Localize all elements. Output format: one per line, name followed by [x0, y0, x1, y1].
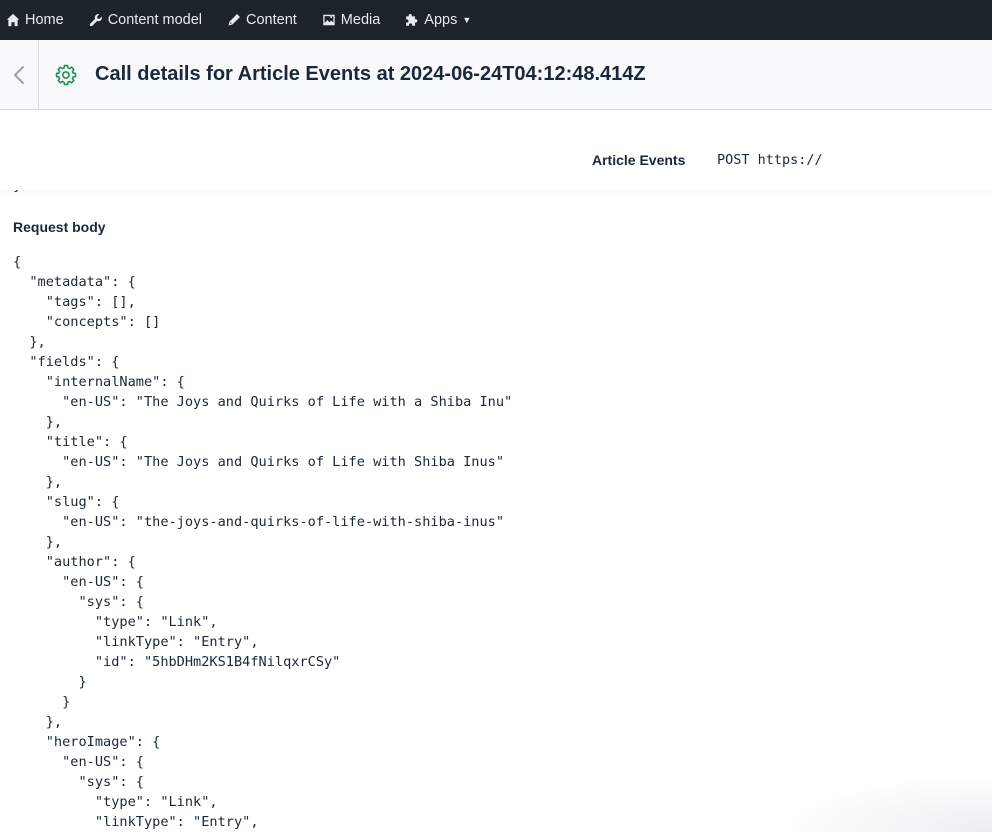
code-line: "fields": { [13, 354, 120, 370]
code-line: "type": "Link", [13, 614, 218, 630]
nav-content-model-label: Content model [107, 12, 202, 28]
nav-media[interactable]: Media [322, 0, 381, 40]
call-summary-row: Article Events POST https:// ⋮ [0, 110, 992, 190]
code-line: "heroImage": { [13, 734, 161, 750]
code-line: } [13, 694, 71, 710]
pen-icon [227, 13, 241, 27]
code-line: "internalName": { [13, 374, 185, 390]
code-line: "en-US": "the-joys-and-quirks-of-life-wi… [13, 514, 505, 530]
code-line: "en-US": "The Joys and Quirks of Life wi… [13, 454, 505, 470]
call-details-content: } Request body { "metadata": { "tags": [… [0, 190, 992, 832]
code-line: "title": { [13, 434, 128, 450]
code-line: "id": "5hbDHm2KS1B4fNilqxrCSy" [13, 654, 341, 670]
nav-home[interactable]: Home [6, 0, 64, 40]
code-line: "sys": { [13, 594, 144, 610]
code-line: }, [13, 474, 63, 490]
code-line: } [13, 674, 87, 690]
request-body-code: { "metadata": { "tags": [], "concepts": … [13, 252, 512, 832]
code-line: "en-US": "The Joys and Quirks of Life wi… [13, 394, 513, 410]
code-line: "author": { [13, 554, 136, 570]
nav-apps[interactable]: Apps ▼ [405, 0, 471, 40]
wrench-icon [89, 13, 103, 27]
webhook-name: Article Events [592, 152, 686, 168]
scroll-shadow [772, 772, 992, 832]
code-line: "en-US": { [13, 754, 144, 770]
gear-icon [55, 64, 77, 86]
chevron-left-icon [14, 65, 24, 84]
request-body-heading: Request body [13, 219, 106, 235]
code-line: "linkType": "Entry", [13, 634, 259, 650]
code-line: "tags": [], [13, 294, 136, 310]
chevron-down-icon: ▼ [462, 15, 472, 25]
more-options-icon[interactable]: ⋮ [988, 152, 992, 168]
code-line: }, [13, 334, 46, 350]
image-icon [322, 13, 336, 27]
nav-content[interactable]: Content [227, 0, 297, 40]
code-line: "concepts": [] [13, 314, 161, 330]
code-line: "metadata": { [13, 274, 136, 290]
puzzle-icon [405, 13, 419, 27]
code-line: "linkType": "Entry", [13, 814, 259, 830]
code-line: { [13, 254, 22, 270]
page-header: Call details for Article Events at 2024-… [0, 39, 992, 110]
nav-media-label: Media [340, 12, 381, 28]
nav-content-model[interactable]: Content model [89, 0, 202, 40]
code-line: }, [13, 534, 63, 550]
code-line: "sys": { [13, 774, 144, 790]
nav-home-label: Home [25, 12, 64, 28]
code-line: "en-US": { [13, 574, 144, 590]
code-line: }, [13, 414, 63, 430]
code-line: }, [13, 714, 63, 730]
back-button[interactable] [0, 39, 39, 110]
home-icon [6, 13, 20, 27]
code-line: "slug": { [13, 494, 120, 510]
previous-block-closing-brace: } [13, 190, 21, 194]
top-navigation: Home Content model Content Media Apps ▼ [0, 0, 992, 40]
page-title: Call details for Article Events at 2024-… [95, 63, 646, 85]
code-line: "type": "Link", [13, 794, 218, 810]
nav-content-label: Content [246, 12, 297, 28]
nav-apps-label: Apps [424, 12, 458, 28]
request-line: POST https:// [717, 152, 823, 168]
